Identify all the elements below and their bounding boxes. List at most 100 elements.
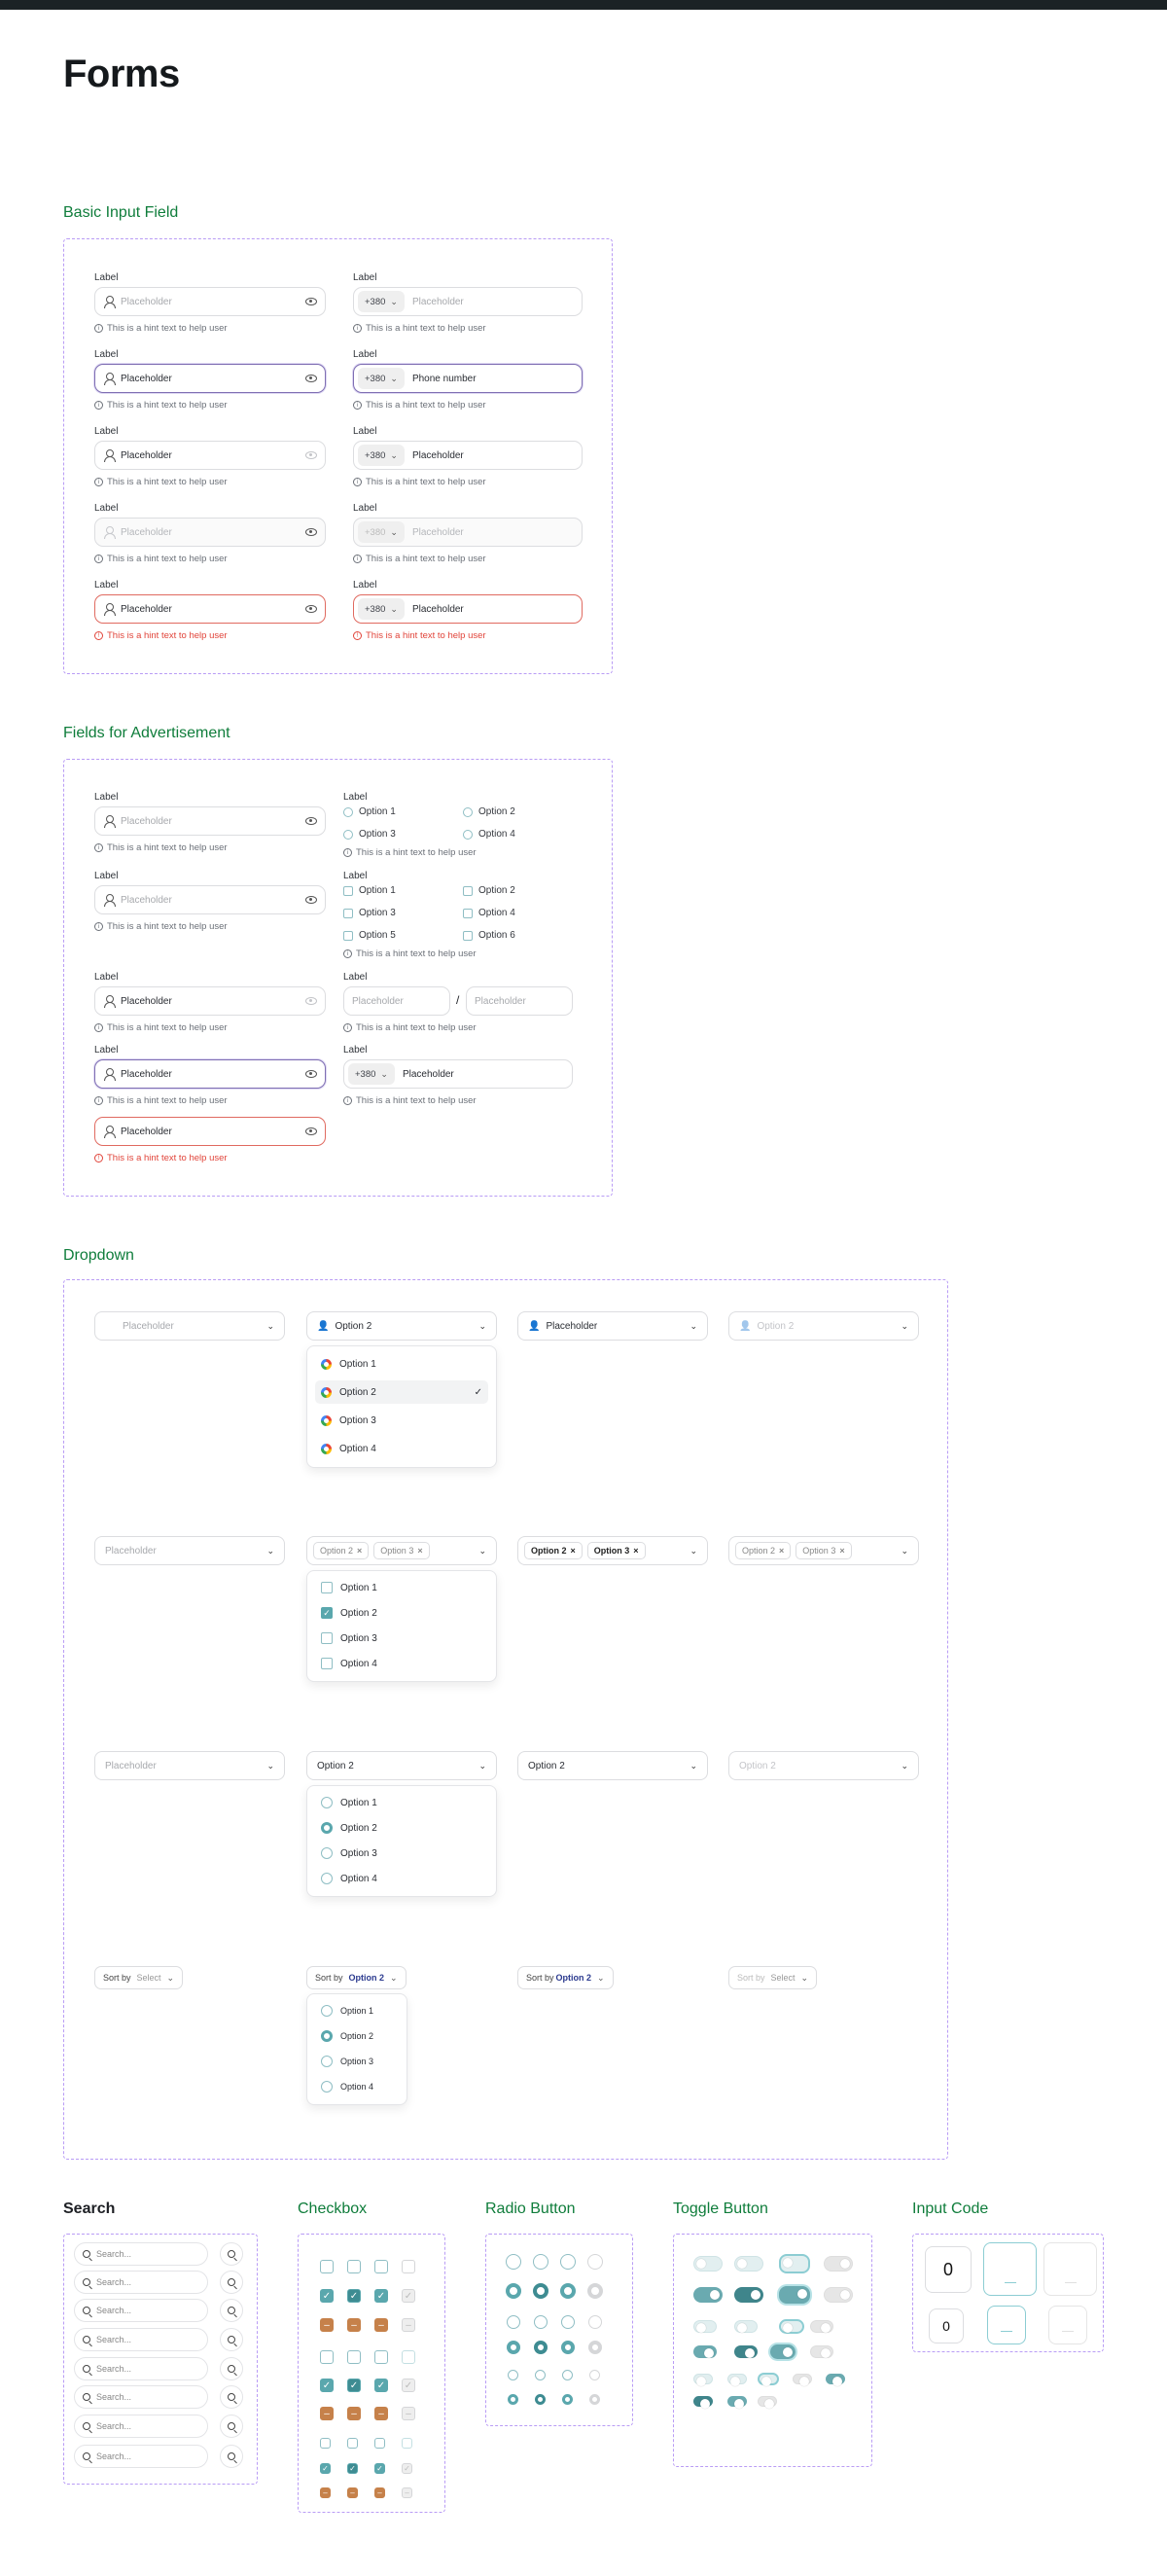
dropdown-open[interactable]: 👤 Option 2 ⌄ — [306, 1311, 497, 1341]
checkbox[interactable] — [320, 2350, 334, 2364]
ad-input-default[interactable]: Placeholder — [94, 806, 326, 836]
code-digit-filled-small[interactable]: 0 — [929, 2308, 964, 2343]
menu-item-option-2[interactable]: Option 2 — [315, 2024, 399, 2048]
checkbox-indeterminate[interactable]: – — [320, 2487, 331, 2498]
checkbox-option-1[interactable]: Option 1 — [343, 885, 396, 896]
toggle-on[interactable] — [826, 2374, 845, 2386]
menu-item-option-2[interactable]: Option 2 ✓ — [315, 1380, 488, 1404]
toggle-on[interactable] — [693, 2287, 723, 2303]
ad-phone-input[interactable]: +380 ⌄ Placeholder — [343, 1059, 573, 1089]
toggle-on[interactable] — [727, 2396, 747, 2409]
menu-item-option-1[interactable]: Option 1 — [315, 1576, 488, 1599]
text-input-focused[interactable]: Placeholder — [94, 364, 326, 393]
checkbox[interactable] — [374, 2260, 388, 2273]
checkbox[interactable] — [374, 2438, 385, 2449]
search-button[interactable] — [220, 2445, 243, 2468]
sort-by-open[interactable]: Sort by Option 2 ⌄ — [306, 1966, 407, 1989]
sort-by-filled[interactable]: Sort by Option 2 ⌄ — [517, 1966, 614, 1989]
checkbox-indeterminate[interactable]: – — [320, 2318, 334, 2332]
toggle-on[interactable] — [734, 2345, 758, 2358]
radio-selected[interactable] — [561, 2341, 575, 2354]
menu-item-option-4[interactable]: Option 4 — [315, 1652, 488, 1675]
menu-item-option-1[interactable]: Option 1 — [315, 1352, 488, 1376]
search-button[interactable] — [220, 2357, 243, 2380]
phone-input-default[interactable]: +380 ⌄ Placeholder — [353, 287, 583, 316]
toggle-off[interactable] — [693, 2320, 717, 2333]
search-button[interactable] — [220, 2328, 243, 2351]
toggle-on-focus[interactable] — [779, 2286, 810, 2304]
toggle-off[interactable] — [734, 2320, 758, 2333]
menu-item-option-3[interactable]: Option 3 — [315, 1627, 488, 1650]
ad-input-placeholder[interactable]: Placeholder — [94, 885, 326, 914]
phone-input-error[interactable]: +380 ⌄ Placeholder — [353, 594, 583, 624]
checkbox-indeterminate[interactable]: – — [374, 2318, 388, 2332]
menu-item-option-2[interactable]: ✓ Option 2 — [315, 1601, 488, 1625]
search-input[interactable]: Search... — [74, 2445, 208, 2468]
checkbox[interactable] — [347, 2438, 358, 2449]
toggle-off[interactable] — [693, 2374, 713, 2386]
checkbox-checked[interactable]: ✓ — [347, 2379, 361, 2392]
eye-icon[interactable] — [305, 298, 317, 305]
menu-item-option-1[interactable]: Option 1 — [315, 1999, 399, 2022]
phone-input-focused[interactable]: +380 ⌄ Phone number — [353, 364, 583, 393]
eye-icon[interactable] — [305, 375, 317, 382]
eye-icon[interactable] — [305, 997, 317, 1005]
text-input-filled[interactable]: Placeholder — [94, 441, 326, 470]
radio-selected[interactable] — [534, 2341, 548, 2354]
checkbox-checked[interactable]: ✓ — [347, 2289, 361, 2303]
radio[interactable] — [506, 2254, 521, 2270]
checkbox[interactable] — [320, 2260, 334, 2273]
toggle-on[interactable] — [734, 2287, 763, 2303]
search-input[interactable]: Search... — [74, 2242, 208, 2266]
checkbox-checked[interactable]: ✓ — [320, 2289, 334, 2303]
checkbox-indeterminate[interactable]: – — [347, 2407, 361, 2420]
search-input[interactable]: Search... — [74, 2415, 208, 2438]
checkbox[interactable] — [347, 2260, 361, 2273]
code-digit-filled[interactable]: 0 — [925, 2246, 972, 2293]
toggle-off[interactable] — [727, 2374, 747, 2386]
search-input[interactable]: Search... — [74, 2271, 208, 2294]
search-input[interactable]: Search... — [74, 2328, 208, 2351]
ad-input-error[interactable]: Placeholder — [94, 1117, 326, 1146]
search-button[interactable] — [220, 2385, 243, 2409]
eye-icon[interactable] — [305, 817, 317, 825]
menu-item-option-3[interactable]: Option 3 — [315, 1842, 488, 1865]
search-input[interactable]: Search... — [74, 2357, 208, 2380]
checkbox-checked[interactable]: ✓ — [374, 2289, 388, 2303]
multiselect-placeholder[interactable]: Placeholder ⌄ — [94, 1536, 285, 1565]
menu-item-option-4[interactable]: Option 4 — [315, 1437, 488, 1460]
toggle-off[interactable] — [693, 2256, 723, 2272]
checkbox-option-5[interactable]: Option 5 — [343, 930, 396, 941]
toggle-on[interactable] — [693, 2396, 713, 2409]
search-button[interactable] — [220, 2242, 243, 2266]
radio[interactable] — [560, 2254, 576, 2270]
toggle-off-focus[interactable] — [779, 2254, 810, 2273]
eye-icon[interactable] — [305, 1070, 317, 1078]
checkbox[interactable] — [320, 2438, 331, 2449]
country-code-select[interactable]: +380 ⌄ — [358, 291, 405, 312]
ad-input-filled[interactable]: Placeholder — [94, 986, 326, 1016]
eye-icon[interactable] — [305, 1127, 317, 1135]
radio-selected[interactable] — [533, 2283, 548, 2299]
radio-selected[interactable] — [507, 2341, 520, 2354]
checkbox[interactable] — [374, 2350, 388, 2364]
radio-selected[interactable] — [560, 2283, 576, 2299]
radio-select-open[interactable]: Option 2 ⌄ — [306, 1751, 497, 1780]
menu-item-option-4[interactable]: Option 4 — [315, 2075, 399, 2098]
country-code-select[interactable]: +380 ⌄ — [358, 368, 405, 389]
radio-selected[interactable] — [508, 2394, 518, 2405]
search-input[interactable]: Search... — [74, 2385, 208, 2409]
radio-selected[interactable] — [506, 2283, 521, 2299]
radio[interactable] — [507, 2315, 520, 2329]
checkbox-indeterminate[interactable]: – — [320, 2407, 334, 2420]
search-button[interactable] — [220, 2299, 243, 2322]
checkbox-indeterminate[interactable]: – — [347, 2318, 361, 2332]
checkbox-indeterminate[interactable]: – — [347, 2487, 358, 2498]
checkbox[interactable] — [347, 2350, 361, 2364]
dropdown-filled[interactable]: 👤 Placeholder ⌄ — [517, 1311, 708, 1341]
text-input-error[interactable]: Placeholder — [94, 594, 326, 624]
checkbox-option-2[interactable]: Option 2 — [463, 885, 515, 896]
sort-by-default[interactable]: Sort by Select ⌄ — [94, 1966, 184, 1989]
menu-item-option-2[interactable]: Option 2 — [315, 1816, 488, 1840]
radio-select-filled[interactable]: Option 2 ⌄ — [517, 1751, 708, 1780]
